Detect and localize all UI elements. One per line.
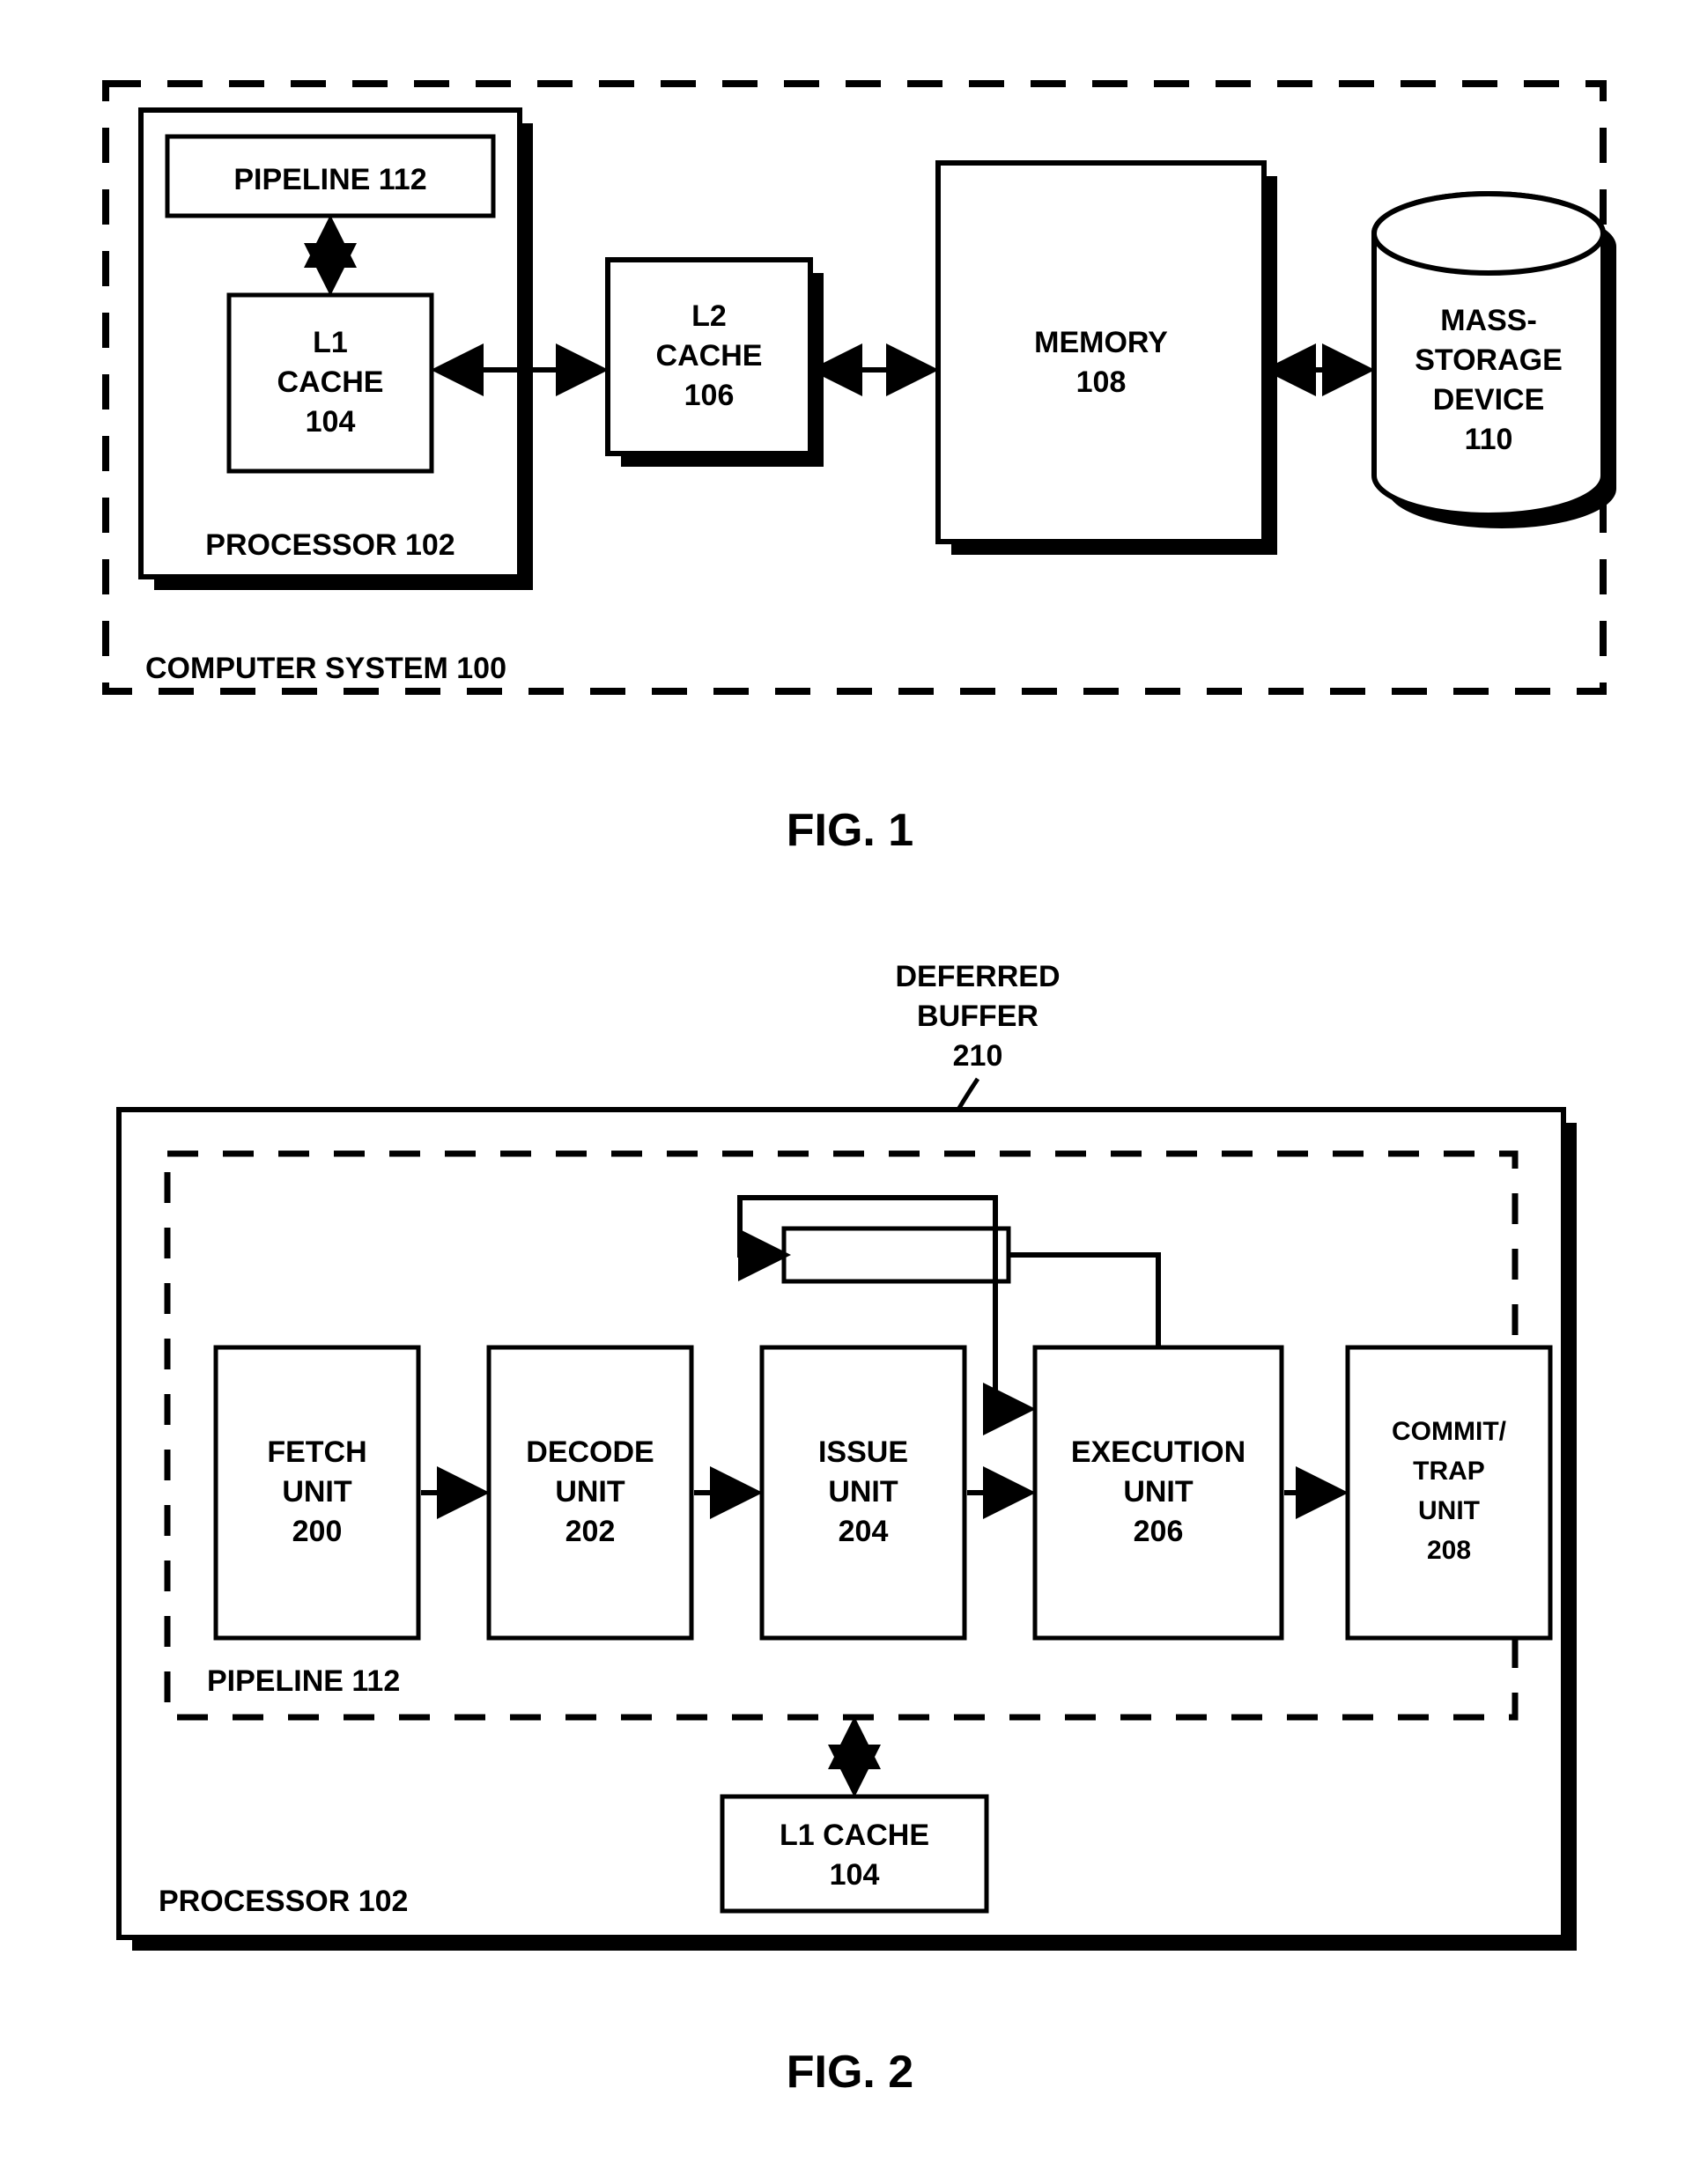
processor-label: PROCESSOR 102 <box>205 528 455 562</box>
figure-2: DEFERRED BUFFER 210 PROCESSOR 102 PIPELI… <box>119 960 1577 1951</box>
memory-line1: MEMORY <box>1034 326 1168 359</box>
l2-line3: 106 <box>684 379 735 412</box>
l2-line2: CACHE <box>656 339 763 373</box>
mass-storage-device: MASS- STORAGE DEVICE 110 <box>1374 194 1616 528</box>
processor-box-2: PROCESSOR 102 PIPELINE 112 FETCH UNIT 20… <box>119 1110 1577 1951</box>
memory-box: MEMORY 108 <box>938 163 1277 555</box>
l1-line3: 104 <box>306 405 356 439</box>
l1-line2: CACHE <box>277 365 384 399</box>
deferred-line1: DEFERRED <box>895 960 1060 993</box>
svg-text:UNIT: UNIT <box>555 1475 625 1509</box>
l1-line1: L1 <box>313 326 348 359</box>
processor-box: PROCESSOR 102 PIPELINE 112 L1 CACHE 104 <box>141 110 533 590</box>
svg-text:200: 200 <box>292 1515 343 1548</box>
fig1-caption: FIG. 1 <box>787 805 913 856</box>
svg-text:ISSUE: ISSUE <box>818 1435 908 1469</box>
storage-line1: MASS- <box>1440 304 1537 337</box>
fetch-unit: FETCH UNIT 200 <box>216 1347 418 1638</box>
l2-line1: L2 <box>691 299 727 333</box>
execution-unit: EXECUTION UNIT 206 <box>1035 1347 1282 1638</box>
svg-text:TRAP: TRAP <box>1413 1457 1485 1486</box>
svg-text:L1 CACHE: L1 CACHE <box>780 1819 929 1852</box>
pipeline-label-2: PIPELINE 112 <box>207 1664 400 1698</box>
storage-line2: STORAGE <box>1415 343 1563 377</box>
svg-text:FETCH: FETCH <box>267 1435 366 1469</box>
svg-text:104: 104 <box>830 1858 880 1892</box>
l1-cache-box-2: L1 CACHE 104 <box>722 1797 987 1911</box>
decode-unit: DECODE UNIT 202 <box>489 1347 691 1638</box>
pipeline-label: PIPELINE 112 <box>233 163 426 196</box>
issue-unit: ISSUE UNIT 204 <box>762 1347 965 1638</box>
svg-text:UNIT: UNIT <box>282 1475 352 1509</box>
deferred-buffer-box <box>784 1228 1009 1281</box>
svg-text:UNIT: UNIT <box>1418 1496 1480 1525</box>
svg-text:202: 202 <box>565 1515 616 1548</box>
svg-text:DECODE: DECODE <box>526 1435 654 1469</box>
svg-text:208: 208 <box>1427 1536 1471 1565</box>
processor-label-2: PROCESSOR 102 <box>159 1885 408 1918</box>
fig2-caption: FIG. 2 <box>787 2047 913 2098</box>
svg-text:COMMIT/: COMMIT/ <box>1392 1417 1507 1446</box>
commit-trap-unit: COMMIT/ TRAP UNIT 208 <box>1348 1347 1550 1638</box>
svg-text:UNIT: UNIT <box>828 1475 898 1509</box>
storage-line3: DEVICE <box>1433 383 1545 417</box>
computer-system-label: COMPUTER SYSTEM 100 <box>145 652 506 685</box>
svg-text:EXECUTION: EXECUTION <box>1071 1435 1245 1469</box>
deferred-line2: BUFFER <box>917 1000 1038 1033</box>
svg-text:UNIT: UNIT <box>1123 1475 1194 1509</box>
deferred-line3: 210 <box>953 1039 1003 1073</box>
figure-1: COMPUTER SYSTEM 100 PROCESSOR 102 PIPELI… <box>106 84 1616 691</box>
svg-text:206: 206 <box>1134 1515 1184 1548</box>
svg-text:204: 204 <box>839 1515 889 1548</box>
l2-cache-box: L2 CACHE 106 <box>608 260 824 467</box>
storage-line4: 110 <box>1465 423 1513 456</box>
memory-line2: 108 <box>1076 365 1127 399</box>
